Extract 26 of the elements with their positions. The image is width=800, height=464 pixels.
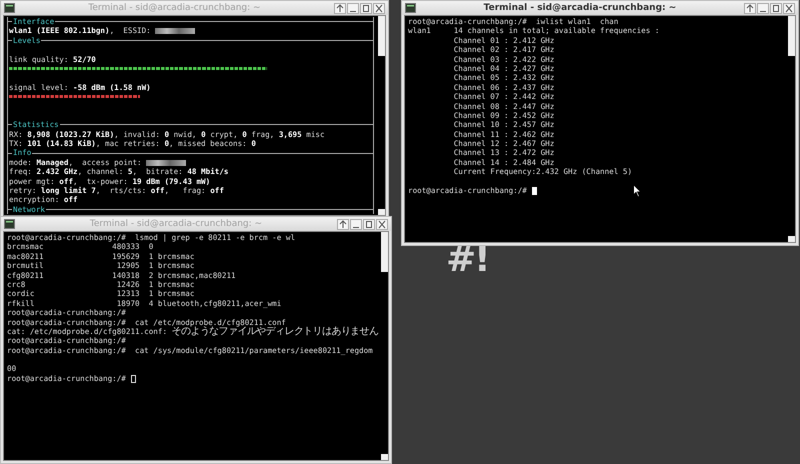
maximize-icon[interactable]	[770, 2, 782, 14]
up-arrow-icon[interactable]	[337, 218, 349, 230]
close-icon[interactable]	[783, 2, 795, 14]
up-arrow-icon[interactable]	[334, 2, 346, 14]
minimize-icon[interactable]	[757, 2, 769, 14]
minimize-icon[interactable]	[350, 218, 362, 230]
scrollbar[interactable]	[378, 16, 385, 215]
window-title: Terminal - sid@arcadia-crunchbang: ~	[482, 3, 678, 13]
desktop-logo: #!	[446, 238, 489, 282]
scrollbar-thumb[interactable]	[381, 272, 388, 454]
up-arrow-icon[interactable]	[744, 2, 756, 14]
scrollbar[interactable]	[788, 16, 795, 242]
scrollbar-thumb[interactable]	[378, 56, 385, 209]
terminal-icon	[405, 3, 416, 13]
window-title: Terminal - sid@arcadia-crunchbang: ~	[87, 3, 262, 13]
mouse-pointer-icon	[633, 184, 642, 198]
minimize-icon[interactable]	[347, 2, 359, 14]
scrollbar-thumb[interactable]	[788, 56, 795, 236]
terminal-icon	[4, 3, 15, 13]
terminal-icon	[4, 219, 15, 229]
maximize-icon[interactable]	[363, 218, 375, 230]
maximize-icon[interactable]	[360, 2, 372, 14]
window-title: Terminal - sid@arcadia-crunchbang: ~	[88, 219, 264, 229]
close-icon[interactable]	[373, 2, 385, 14]
scrollbar[interactable]	[381, 232, 388, 460]
close-icon[interactable]	[376, 218, 388, 230]
